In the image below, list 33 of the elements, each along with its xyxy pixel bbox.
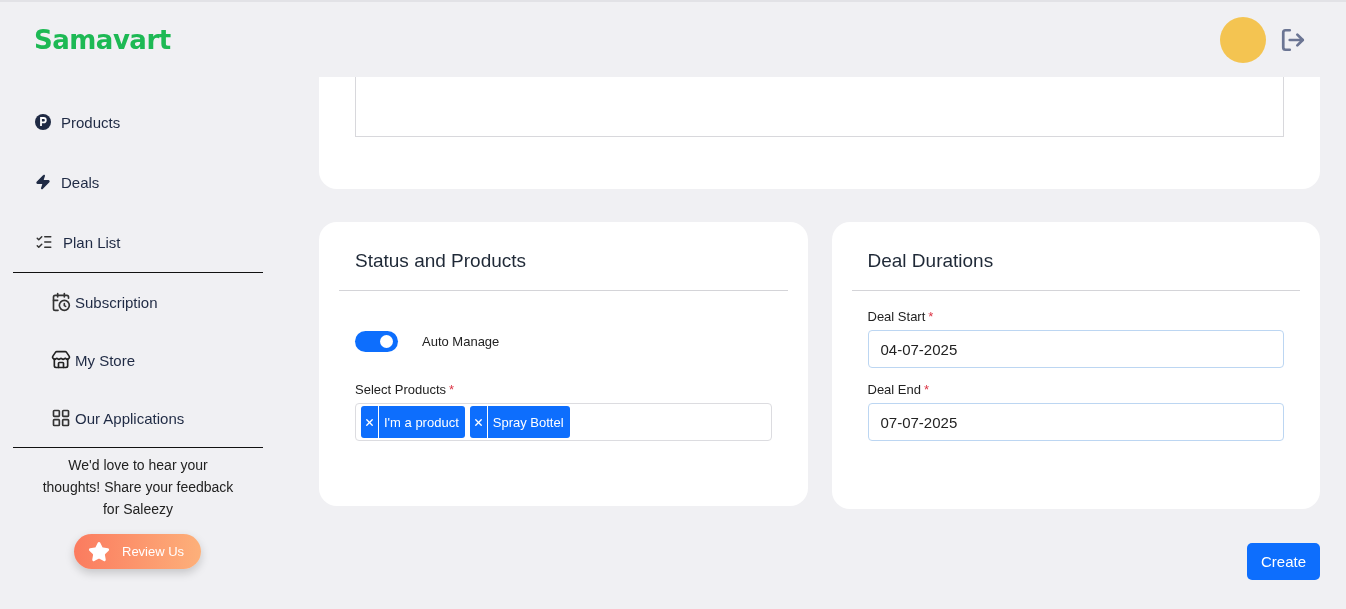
card-title: Deal Durations: [851, 222, 1300, 291]
required-mark: *: [928, 309, 934, 324]
field-label: Deal End *: [867, 382, 930, 397]
lightning-icon: [35, 174, 51, 190]
sidebar-item[interactable]: Deals: [13, 152, 263, 212]
date-field[interactable]: 07-07-2025: [867, 403, 1284, 441]
sidebar-item[interactable]: Subscription: [13, 273, 263, 331]
remove-icon[interactable]: [364, 416, 375, 428]
store-icon: [51, 350, 71, 370]
date-field[interactable]: 04-07-2025: [867, 330, 1284, 368]
sidebar-item[interactable]: My Store: [13, 331, 263, 389]
star-icon: [88, 540, 110, 563]
apps-grid-icon: [51, 408, 71, 428]
sidebar-item[interactable]: Products: [13, 92, 263, 152]
toggle-switch[interactable]: [355, 331, 398, 352]
field-label: Select Products *: [355, 382, 455, 397]
feedback-text: We'd love to hear your thoughts! Share your feedback for Saleezy: [41, 456, 235, 519]
sidebar-item[interactable]: Plan List: [13, 212, 263, 272]
field-label: Deal Start *: [867, 309, 934, 324]
required-mark: *: [449, 382, 455, 397]
product-chip[interactable]: Spray Bottel: [469, 406, 570, 438]
checklist-icon: [35, 233, 53, 251]
product-select-field[interactable]: I'm a product Spray Bottel: [355, 403, 772, 441]
sidebar-item[interactable]: Our Applications: [13, 389, 263, 447]
toggle-label: Auto Manage: [422, 334, 500, 349]
calendar-clock-icon: [51, 292, 71, 312]
logout-icon[interactable]: [1280, 26, 1306, 53]
required-mark: *: [924, 382, 930, 397]
card-title: Status and Products: [339, 222, 788, 291]
p-circle-icon: [35, 114, 51, 130]
create-button[interactable]: Create: [1246, 543, 1320, 580]
product-chip[interactable]: I'm a product: [361, 406, 465, 438]
remove-icon[interactable]: [472, 416, 484, 428]
